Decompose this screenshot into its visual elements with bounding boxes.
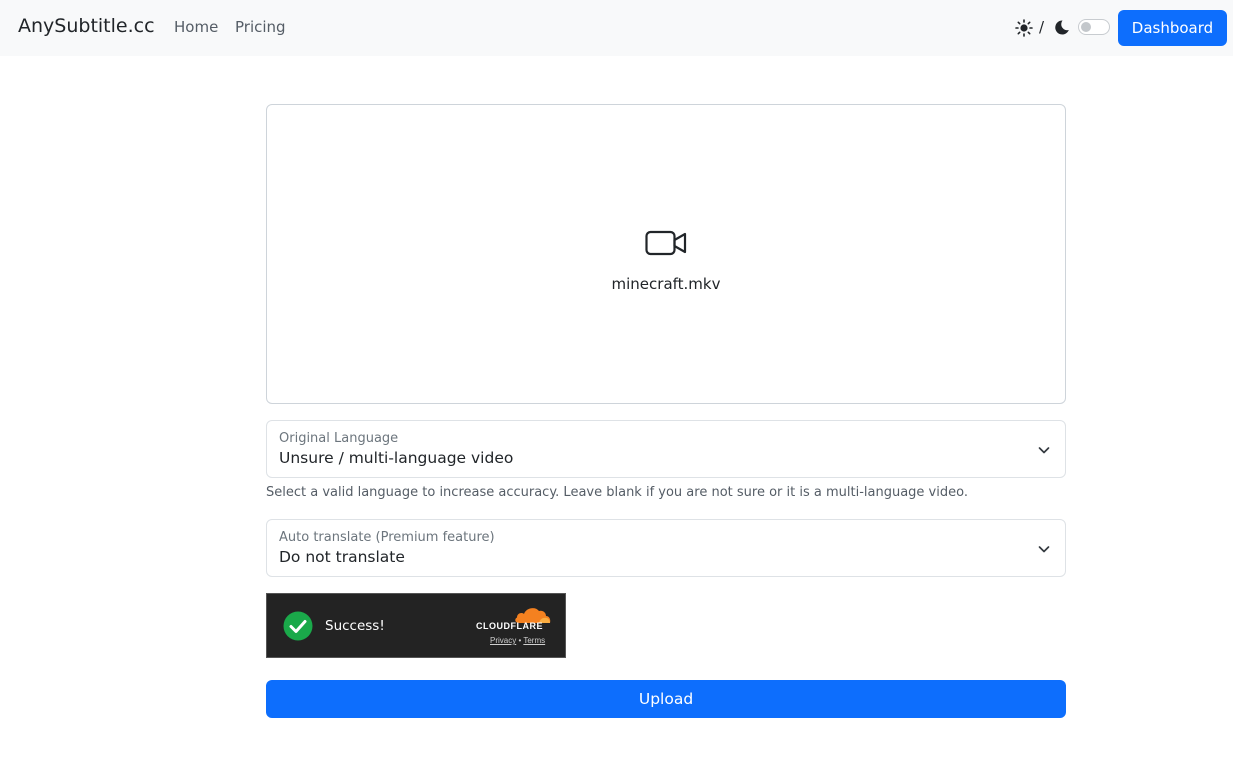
privacy-link[interactable]: Privacy [490, 636, 516, 645]
original-language-select[interactable]: Original Language Unsure / multi-languag… [266, 420, 1066, 478]
nav-link-home[interactable]: Home [174, 18, 218, 36]
chevron-down-icon [1038, 447, 1050, 454]
selected-file-name: minecraft.mkv [611, 275, 721, 293]
original-language-label: Original Language [279, 431, 399, 446]
theme-toggle[interactable] [1078, 19, 1110, 35]
turnstile-status: Success! [325, 618, 385, 634]
cloudflare-turnstile-widget[interactable]: Success! CLOUDFLARE Privacy • Terms [266, 593, 566, 658]
top-navbar: AnySubtitle.cc Home Pricing / Dashboard [0, 0, 1233, 56]
link-separator: • [518, 636, 522, 645]
moon-icon [1055, 20, 1069, 35]
chevron-down-icon [1038, 546, 1050, 553]
cloudflare-brand: CLOUDFLARE [476, 621, 543, 631]
theme-separator: / [1039, 18, 1045, 36]
brand-logo[interactable]: AnySubtitle.cc [18, 15, 155, 37]
file-dropzone[interactable]: minecraft.mkv [266, 104, 1066, 404]
auto-translate-select[interactable]: Auto translate (Premium feature) Do not … [266, 519, 1066, 577]
nav-link-pricing[interactable]: Pricing [235, 18, 286, 36]
dashboard-button[interactable]: Dashboard [1118, 10, 1227, 46]
toggle-knob [1081, 22, 1091, 32]
auto-translate-label: Auto translate (Premium feature) [279, 530, 495, 545]
turnstile-links: Privacy • Terms [490, 636, 545, 645]
success-check-icon [283, 611, 313, 641]
video-camera-icon [645, 230, 687, 256]
upload-button[interactable]: Upload [266, 680, 1066, 718]
terms-link[interactable]: Terms [523, 636, 545, 645]
language-help-text: Select a valid language to increase accu… [266, 485, 968, 500]
auto-translate-value: Do not translate [279, 548, 405, 566]
original-language-value: Unsure / multi-language video [279, 449, 514, 467]
sun-icon [1015, 19, 1033, 37]
